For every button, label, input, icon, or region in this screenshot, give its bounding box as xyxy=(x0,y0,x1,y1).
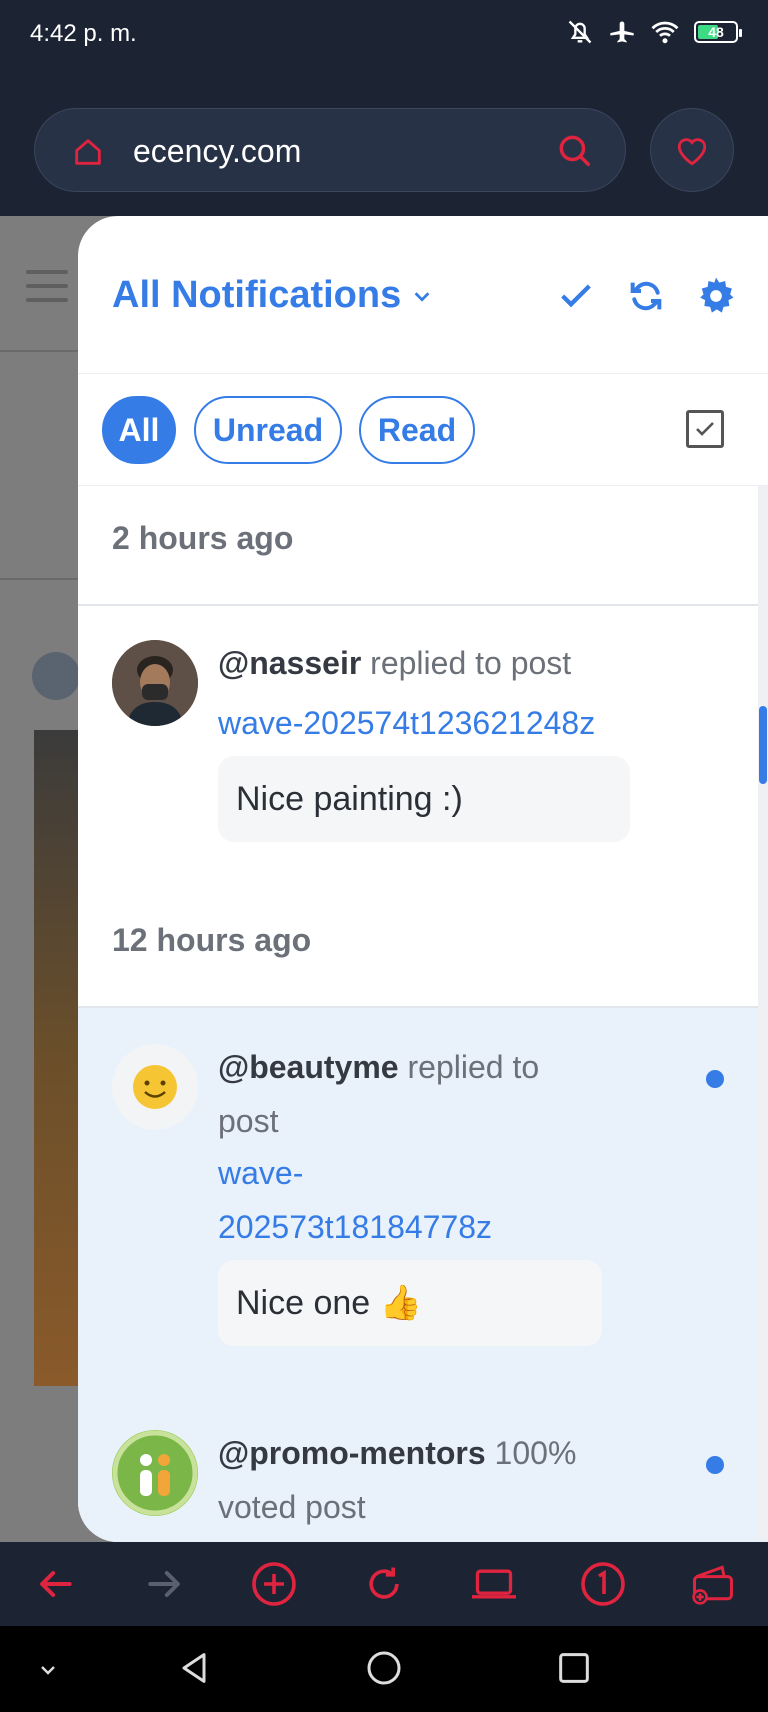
filter-row: All Unread Read xyxy=(78,374,768,486)
smiley-icon xyxy=(133,1065,177,1109)
airplane-icon xyxy=(610,21,634,43)
url-text[interactable]: ecency.com xyxy=(133,133,301,170)
arrow-right-icon xyxy=(147,1570,180,1598)
mark-all-read-icon[interactable] xyxy=(556,276,596,316)
reload-icon xyxy=(369,1567,399,1599)
arrow-left-icon xyxy=(39,1570,72,1598)
divider xyxy=(78,604,758,606)
notification-list: 2 hours ago @nasseir replied to post wav… xyxy=(78,486,758,1542)
nav-back-icon[interactable] xyxy=(174,1648,214,1688)
scrollbar[interactable] xyxy=(758,486,768,1542)
post-link-part1: wave- xyxy=(218,1155,304,1191)
menu-icon xyxy=(26,270,68,312)
action-text-cont: post xyxy=(218,1103,279,1139)
notification-type-dropdown[interactable]: All Notifications xyxy=(112,274,433,317)
post-link[interactable]: wave-202574t123621248z xyxy=(218,696,595,750)
plus-circle-icon xyxy=(252,1562,297,1606)
status-icons: 48 xyxy=(566,18,742,46)
favorites-button[interactable] xyxy=(650,108,734,192)
reply-quote: Nice painting :) xyxy=(218,756,630,842)
filter-all-button[interactable]: All xyxy=(102,396,176,464)
new-tab-button[interactable] xyxy=(244,1554,304,1614)
unread-dot xyxy=(706,1456,724,1474)
username[interactable]: @promo-mentors xyxy=(218,1435,486,1471)
battery-icon: 48 xyxy=(694,21,742,43)
browser-toolbar xyxy=(0,1542,768,1626)
status-time: 4:42 p. m. xyxy=(30,20,137,47)
system-nav-bar xyxy=(0,1626,768,1712)
search-icon[interactable] xyxy=(555,131,593,169)
tab-count-icon xyxy=(581,1562,626,1606)
laptop-icon xyxy=(471,1569,516,1599)
post-link-part2: 202573t18184778z xyxy=(218,1209,493,1245)
bell-off-icon xyxy=(568,20,592,44)
home-icon[interactable] xyxy=(71,135,105,169)
url-bar[interactable]: ecency.com xyxy=(34,108,626,192)
avatar-image xyxy=(112,640,198,726)
post-link[interactable]: wave- 202573t18184778z xyxy=(218,1146,492,1254)
wallet-icon xyxy=(692,1565,734,1605)
browser-bar: ecency.com xyxy=(0,72,768,216)
avatar[interactable] xyxy=(112,1430,198,1516)
username[interactable]: @nasseir xyxy=(218,645,361,681)
avatar[interactable] xyxy=(112,1044,198,1130)
nav-recents-icon[interactable] xyxy=(554,1648,594,1688)
heart-icon[interactable] xyxy=(675,135,709,167)
tabs-button[interactable] xyxy=(573,1554,633,1614)
panel-title: All Notifications xyxy=(112,274,402,316)
back-button[interactable] xyxy=(25,1554,85,1614)
scrollbar-thumb[interactable] xyxy=(759,706,767,784)
filter-read-button[interactable]: Read xyxy=(359,396,475,464)
group-heading: 12 hours ago xyxy=(112,922,312,958)
panel-header: All Notifications xyxy=(78,216,768,374)
avatar xyxy=(32,652,80,700)
action-text: 100% xyxy=(494,1435,577,1471)
group-heading: 2 hours ago xyxy=(112,520,294,556)
wifi-icon xyxy=(651,21,679,44)
battery-level: 48 xyxy=(708,24,724,40)
username[interactable]: @beautyme xyxy=(218,1049,399,1085)
chevron-down-icon xyxy=(414,291,430,302)
action-text: replied to xyxy=(407,1049,540,1085)
check-icon xyxy=(696,422,714,436)
notifications-panel: All Notifications All Unread Read 2 hour… xyxy=(78,216,768,1542)
status-bar: 4:42 p. m. 48 xyxy=(0,0,768,72)
chevron-down-icon[interactable] xyxy=(36,1658,60,1682)
unread-dot xyxy=(706,1070,724,1088)
refresh-icon[interactable] xyxy=(626,276,666,316)
action-text-cont: voted post xyxy=(218,1489,366,1525)
avatar[interactable] xyxy=(112,640,198,726)
notification-text: @nasseir replied to post xyxy=(218,636,648,690)
select-mode-checkbox[interactable] xyxy=(686,410,724,448)
reply-quote: Nice one 👍 xyxy=(218,1260,602,1346)
forward-button[interactable] xyxy=(135,1554,195,1614)
wallet-button[interactable] xyxy=(683,1554,743,1614)
notification-text: @beautyme replied to post xyxy=(218,1040,648,1148)
notification-text: @promo-mentors 100% voted post xyxy=(218,1426,648,1534)
reload-button[interactable] xyxy=(354,1554,414,1614)
action-text: replied to post xyxy=(370,645,572,681)
nav-home-icon[interactable] xyxy=(364,1648,404,1688)
filter-unread-button[interactable]: Unread xyxy=(194,396,342,464)
promo-mentors-logo xyxy=(112,1430,198,1516)
desktop-mode-button[interactable] xyxy=(464,1554,524,1614)
gear-icon[interactable] xyxy=(696,276,736,316)
